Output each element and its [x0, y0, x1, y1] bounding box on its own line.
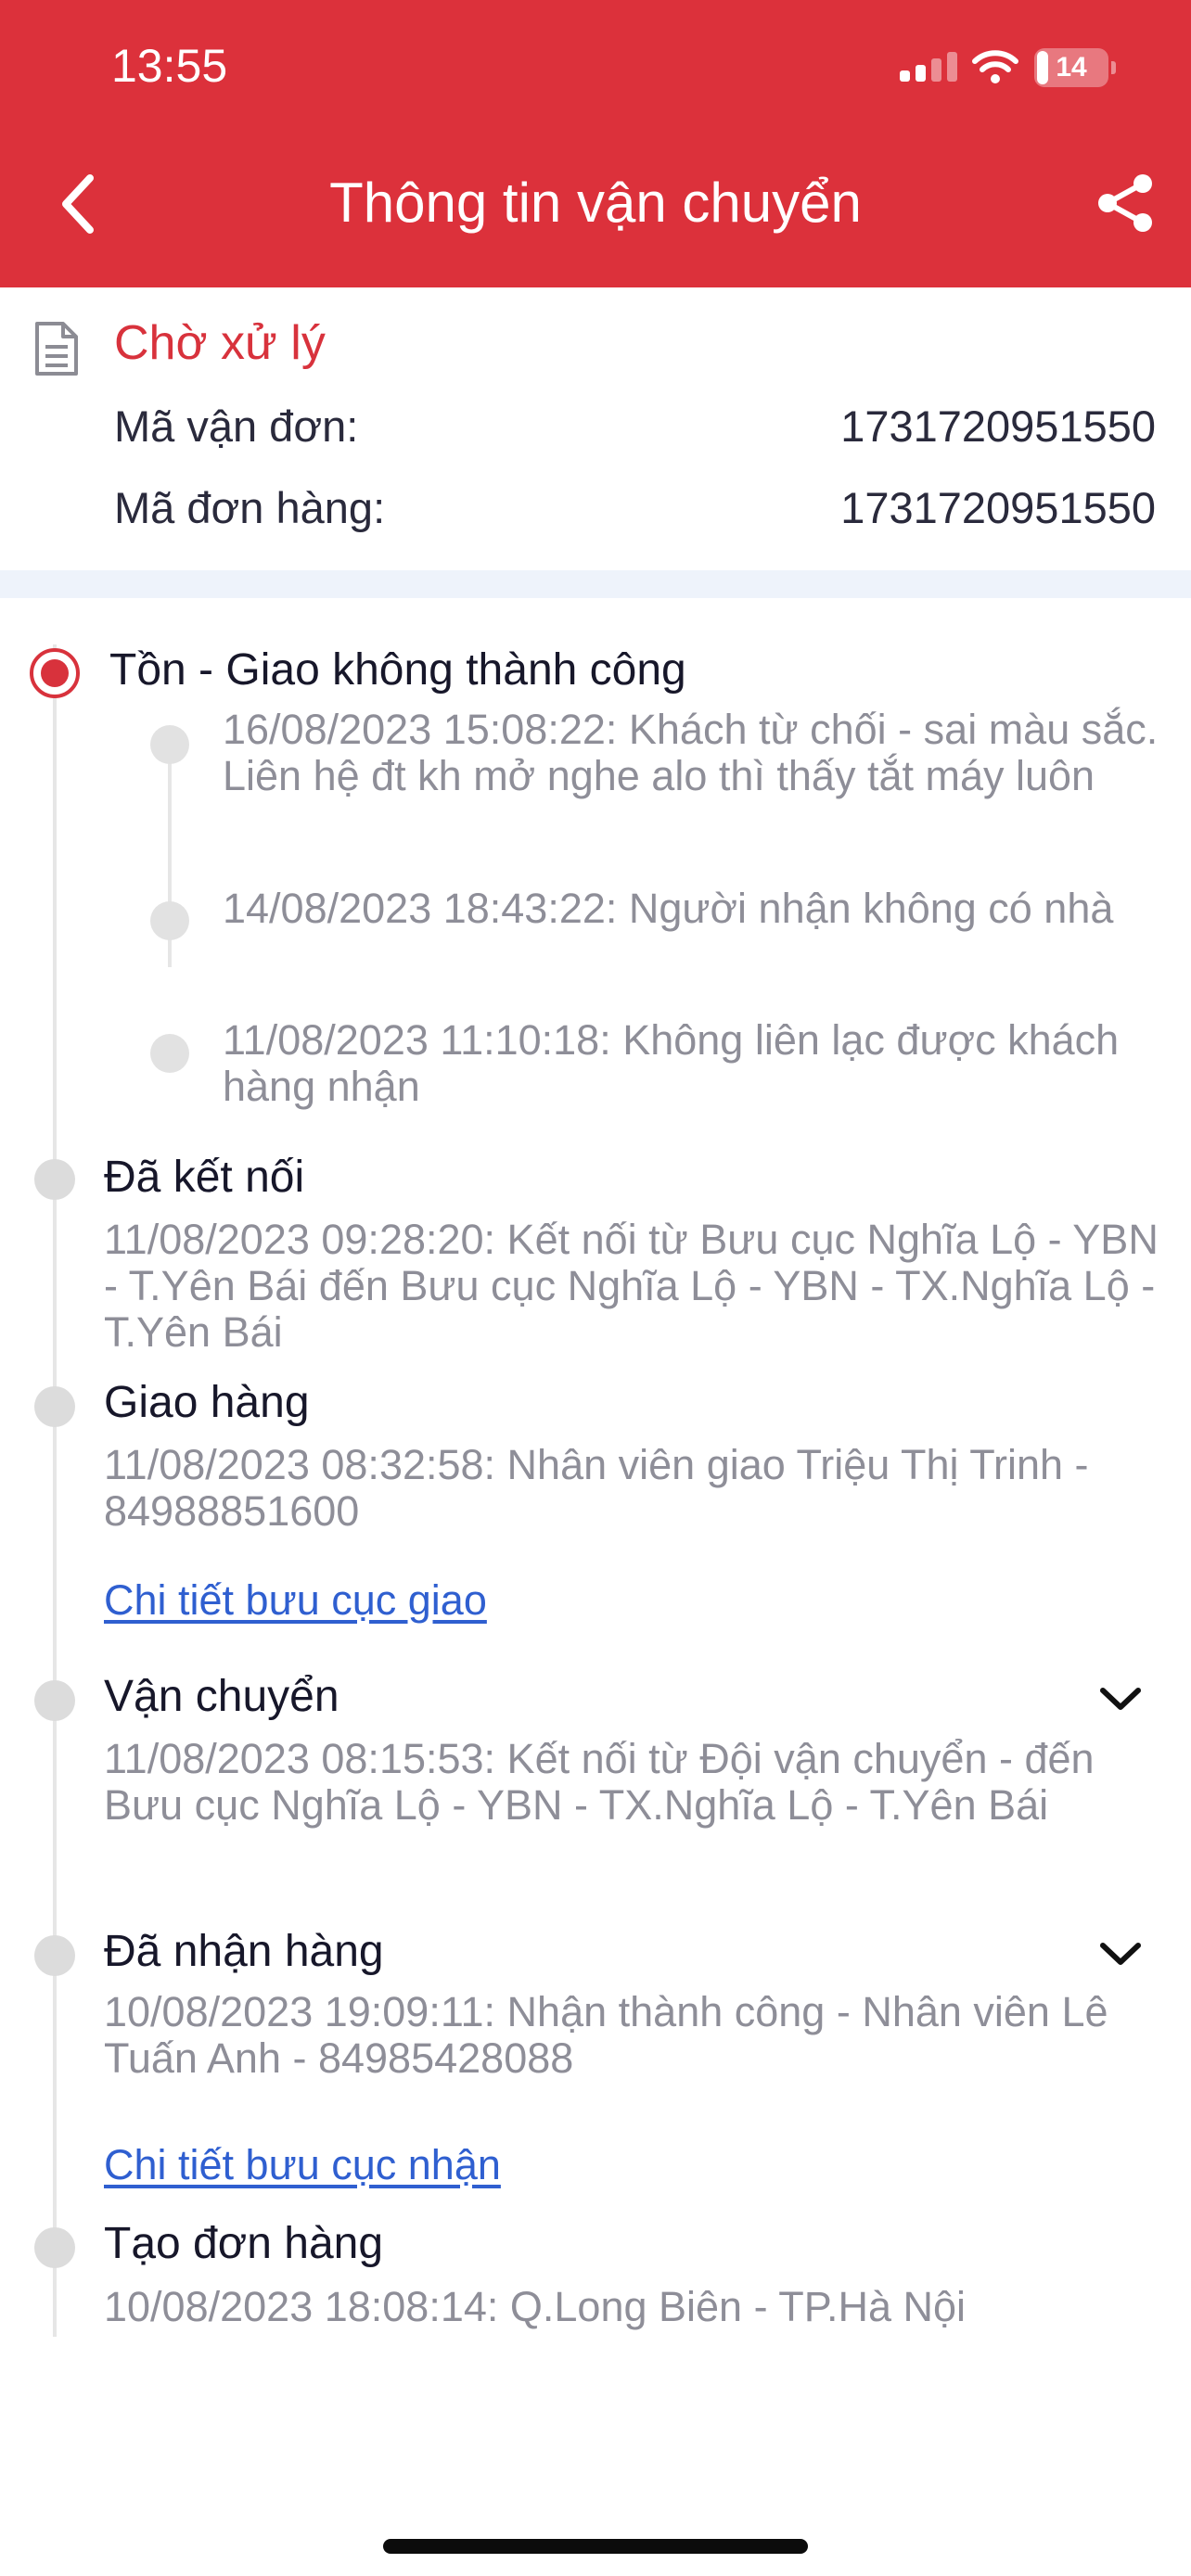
- timeline-line: [53, 644, 57, 2337]
- back-button[interactable]: [51, 167, 107, 241]
- sub-event-text: 11/08/2023 11:10:18: Không liên lạc được…: [223, 1016, 1120, 1110]
- sub-event-dot: [150, 725, 189, 764]
- sub-event-text: 16/08/2023 15:08:22: Khách từ chối - sai…: [223, 706, 1159, 799]
- timeline-dot: [34, 1159, 75, 1200]
- battery-icon: 14: [1034, 48, 1116, 87]
- step-text: 10/08/2023 18:08:14: Q.Long Biên - TP.Hà…: [104, 2283, 967, 2330]
- timeline-dot: [34, 2227, 75, 2268]
- chevron-down-icon[interactable]: [1097, 1938, 1144, 1970]
- shipment-summary: Chờ xử lý Mã vận đơn: 1731720951550 Mã đ…: [0, 287, 1191, 570]
- waybill-value: 1731720951550: [840, 402, 1156, 451]
- step-title-connected: Đã kết nối: [104, 1153, 305, 1202]
- step-title-order-created: Tạo đơn hàng: [104, 2219, 384, 2268]
- status-time: 13:55: [111, 40, 228, 92]
- document-icon: [35, 322, 78, 376]
- step-text: 11/08/2023 08:15:53: Kết nối từ Đội vận …: [104, 1735, 1095, 1829]
- step-title-received: Đã nhận hàng: [104, 1927, 384, 1976]
- sub-event-text: 14/08/2023 18:43:22: Người nhận không có…: [223, 885, 1114, 932]
- pickup-office-detail-link[interactable]: Chi tiết bưu cục nhận: [104, 2141, 501, 2189]
- home-indicator[interactable]: [383, 2539, 808, 2554]
- wifi-icon: [972, 50, 1018, 83]
- step-title-failed-delivery: Tồn - Giao không thành công: [109, 645, 686, 695]
- delivery-office-detail-link[interactable]: Chi tiết bưu cục giao: [104, 1576, 487, 1625]
- step-text: 10/08/2023 19:09:11: Nhận thành công - N…: [104, 1988, 1108, 2082]
- cellular-signal-icon: [900, 52, 959, 82]
- step-text: 11/08/2023 08:32:58: Nhân viên giao Triệ…: [104, 1441, 1089, 1535]
- battery-level: 14: [1056, 52, 1087, 83]
- sub-event-dot: [150, 901, 189, 940]
- section-divider: [0, 570, 1191, 598]
- order-id-value: 1731720951550: [840, 483, 1156, 532]
- step-text: 11/08/2023 09:28:20: Kết nối từ Bưu cục …: [104, 1216, 1159, 1356]
- order-id-label: Mã đơn hàng:: [114, 483, 386, 532]
- waybill-label: Mã vận đơn:: [114, 402, 359, 451]
- share-button[interactable]: [1095, 172, 1158, 235]
- app-header: 13:55 14 Thông tin vận chuyển: [0, 0, 1191, 287]
- step-title-delivery: Giao hàng: [104, 1378, 310, 1427]
- timeline-dot: [34, 1680, 75, 1721]
- page-title: Thông tin vận chuyển: [329, 172, 862, 234]
- chevron-down-icon[interactable]: [1097, 1683, 1144, 1715]
- timeline-dot: [34, 1386, 75, 1427]
- tracking-timeline: Tồn - Giao không thành công 16/08/2023 1…: [0, 598, 1191, 2453]
- step-title-transport: Vận chuyển: [104, 1672, 339, 1721]
- sub-event-dot: [150, 1034, 189, 1073]
- order-status: Chờ xử lý: [114, 316, 326, 370]
- timeline-dot: [34, 1935, 75, 1976]
- timeline-dot-active: [30, 648, 80, 698]
